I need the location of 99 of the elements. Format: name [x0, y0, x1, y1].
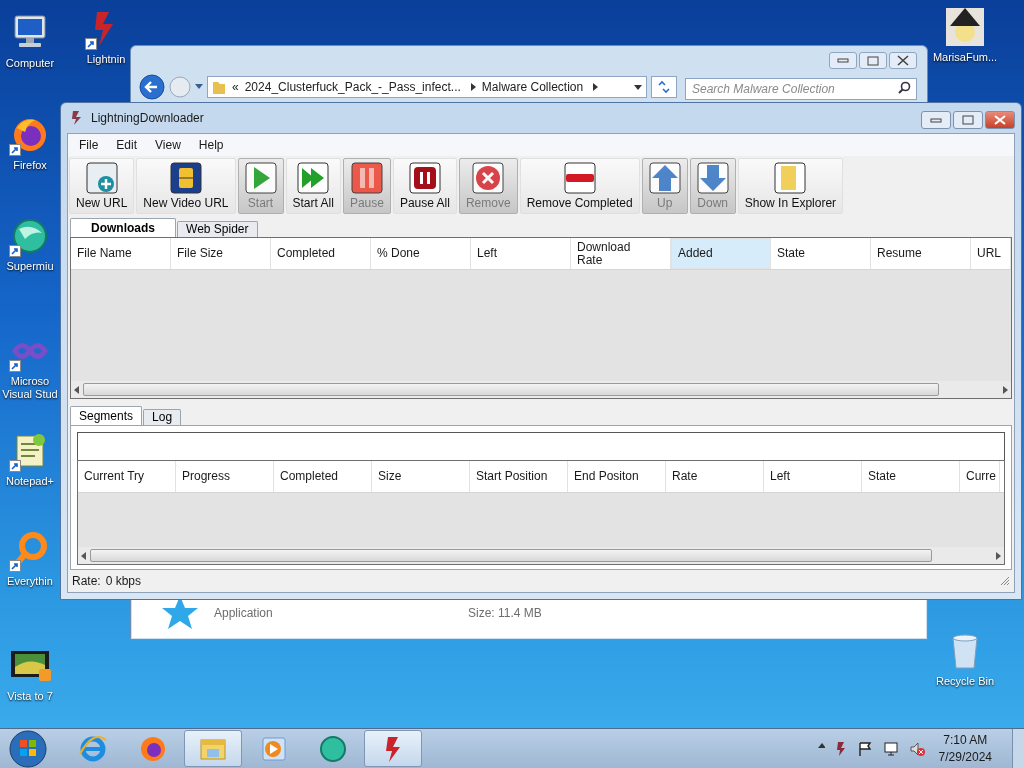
tab[interactable]: Segments: [70, 406, 143, 425]
desktop-icon-label[interactable]: MarisaFum...: [932, 51, 998, 64]
minus-bar-icon: [563, 162, 596, 194]
toolbar-button[interactable]: Remove Completed: [519, 158, 640, 214]
column-header[interactable]: State: [862, 461, 960, 492]
menu-item[interactable]: Help: [191, 136, 231, 154]
scroll-left-icon[interactable]: [73, 385, 81, 394]
film-icon: [169, 162, 202, 194]
minimize-icon: [837, 58, 849, 63]
back-button[interactable]: [139, 74, 165, 100]
column-header[interactable]: Progress: [176, 461, 274, 492]
maximize-icon: [867, 55, 879, 66]
maximize-button[interactable]: [953, 111, 983, 129]
desktop-icon-label[interactable]: Notepad+: [6, 475, 54, 488]
double-play-icon: [297, 162, 330, 194]
resize-grip-icon[interactable]: [1000, 576, 1010, 586]
column-header[interactable]: Resume: [871, 238, 971, 269]
minimize-button[interactable]: [921, 111, 951, 129]
globe-icon: [318, 733, 348, 764]
window-title: LightningDownloader: [91, 110, 204, 127]
close-button[interactable]: [889, 52, 917, 69]
horizontal-scrollbar[interactable]: [71, 381, 1011, 398]
column-header[interactable]: Curre: [960, 461, 1000, 492]
column-header[interactable]: URL: [971, 238, 1011, 269]
close-icon: [994, 115, 1006, 125]
add-page-icon: [85, 162, 118, 194]
toolbar-button[interactable]: New Video URL: [136, 158, 236, 214]
folder-icon: [212, 79, 226, 95]
column-header[interactable]: Added: [671, 238, 771, 269]
dropdown-icon[interactable]: [634, 84, 642, 90]
column-header[interactable]: Left: [471, 238, 571, 269]
start-button[interactable]: [8, 728, 48, 768]
breadcrumb-item[interactable]: Malware Collection: [481, 78, 584, 96]
play-icon: [244, 162, 277, 194]
toolbar-button[interactable]: Start All: [285, 158, 341, 214]
scroll-right-icon[interactable]: [994, 551, 1002, 560]
column-header[interactable]: Start Position: [470, 461, 568, 492]
toolbar-button[interactable]: Show In Explorer: [737, 158, 844, 214]
address-bar[interactable]: « 2024_Clusterfuck_Pack_-_Pass_infect... Malware Collection: [207, 76, 647, 98]
close-icon: [897, 55, 909, 66]
pause-icon: [408, 162, 441, 194]
flag-icon[interactable]: [856, 740, 873, 757]
column-header[interactable]: Left: [764, 461, 862, 492]
tab[interactable]: Web Spider: [177, 221, 258, 237]
desktop-icon-label[interactable]: Firefox: [13, 159, 47, 172]
tab[interactable]: Downloads: [70, 218, 176, 237]
column-header[interactable]: % Done: [371, 238, 471, 269]
folder-icon: [774, 162, 807, 194]
column-header[interactable]: File Name: [71, 238, 171, 269]
pause-icon: [350, 162, 383, 194]
scrollbar-thumb[interactable]: [83, 383, 939, 396]
desktop-icon-label[interactable]: Computer: [5, 57, 55, 70]
status-value: 0 kbps: [105, 573, 142, 590]
clock-time[interactable]: 7:10 AM: [943, 731, 988, 749]
toolbar-button[interactable]: Pause All: [392, 158, 457, 214]
desktop-icon-label[interactable]: Microso Visual Stud: [2, 375, 58, 401]
menu-item[interactable]: View: [148, 136, 188, 154]
chevron-icon[interactable]: [593, 83, 599, 91]
horizontal-scrollbar[interactable]: [78, 547, 1004, 564]
toolbar-button[interactable]: New URL: [69, 158, 135, 214]
search-field[interactable]: Search Malware Collection: [685, 78, 917, 100]
taskbar-button[interactable]: [184, 730, 242, 767]
column-header[interactable]: Completed: [271, 238, 371, 269]
ie-icon: [78, 733, 108, 764]
scroll-right-icon[interactable]: [1001, 385, 1009, 394]
clock-date[interactable]: 7/29/2024: [938, 748, 992, 766]
network-icon[interactable]: [882, 740, 899, 757]
close-button[interactable]: [985, 111, 1015, 129]
lightning-icon[interactable]: [834, 740, 847, 757]
muted-speaker-icon[interactable]: [908, 740, 925, 757]
breadcrumb-item[interactable]: 2024_Clusterfuck_Pack_-_Pass_infect...: [244, 78, 461, 96]
taskbar-button[interactable]: [364, 730, 422, 767]
status-label: Rate:: [72, 573, 101, 590]
menu-item[interactable]: File: [72, 136, 106, 154]
minimize-icon: [930, 117, 942, 123]
column-header[interactable]: Size: [372, 461, 470, 492]
scroll-left-icon[interactable]: [80, 551, 88, 560]
app-icon: [69, 110, 83, 126]
desktop-icon-label[interactable]: Lightnin: [86, 53, 126, 66]
column-header[interactable]: Rate: [666, 461, 764, 492]
maximize-icon: [962, 115, 974, 125]
refresh-button[interactable]: [651, 76, 677, 98]
path-prefix[interactable]: «: [232, 78, 239, 96]
column-header[interactable]: End Positon: [568, 461, 666, 492]
file-type: Application: [214, 605, 274, 622]
column-header[interactable]: Current Try: [78, 461, 176, 492]
column-header[interactable]: State: [771, 238, 871, 269]
chevron-icon[interactable]: [470, 83, 476, 91]
up-arrow-icon: [648, 162, 681, 194]
column-header[interactable]: Completed: [274, 461, 372, 492]
column-header[interactable]: File Size: [171, 238, 271, 269]
menu-item[interactable]: Edit: [109, 136, 145, 154]
avatar-icon: [944, 6, 986, 48]
desktop-icon-label[interactable]: Supermiu: [6, 260, 54, 273]
tab[interactable]: Log: [143, 409, 182, 425]
search-icon: [898, 81, 911, 94]
down-arrow-icon: [696, 162, 729, 194]
file-size: Size: 11.4 MB: [468, 605, 542, 622]
scrollbar-thumb[interactable]: [90, 549, 932, 562]
